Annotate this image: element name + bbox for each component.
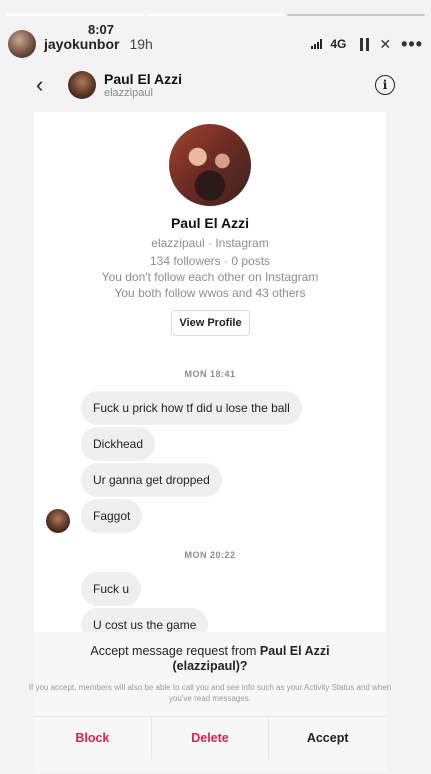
message-bubble[interactable]: Ur ganna get dropped (81, 463, 222, 497)
dm-avatar[interactable] (68, 71, 96, 99)
profile-source: elazzipaul · Instagram (151, 236, 269, 250)
sender-avatar[interactable] (46, 509, 70, 533)
block-button[interactable]: Block (34, 717, 152, 759)
mutual-follows: You both follow wwos and 43 others (114, 286, 306, 300)
signal-icon (311, 39, 323, 49)
profile-stats: 134 followers · 0 posts (149, 254, 271, 268)
progress-segment (287, 14, 426, 16)
more-options-icon[interactable]: ••• (401, 34, 423, 55)
story-avatar[interactable] (8, 30, 36, 58)
dm-contact-handle: elazzipaul (104, 87, 153, 99)
pause-icon[interactable] (360, 37, 370, 51)
info-icon[interactable]: i (375, 75, 395, 95)
profile-name: Paul El Azzi (170, 215, 250, 231)
status-indicators: 4G ✕ ••• (311, 34, 423, 55)
request-prefix: Accept message request from (90, 644, 260, 658)
story-progress (6, 14, 426, 16)
progress-segment (146, 14, 285, 16)
request-handle: (elazzipaul)? (172, 659, 248, 673)
message-timestamp: MON 20:22 (184, 550, 236, 560)
message-request-panel: Accept message request from Paul El Azzi… (29, 632, 391, 772)
request-title: Accept message request from Paul El Azzi… (54, 644, 366, 674)
follow-status: You don't follow each other on Instagram (101, 270, 319, 284)
message-bubble[interactable]: Dickhead (81, 427, 156, 461)
story-controls: ✕ ••• (360, 34, 423, 55)
story-viewer: 8:07 jayokunbor 19h 4G ✕ ••• ‹ Paul El A… (0, 0, 431, 774)
message-bubble[interactable]: Fuck u prick how tf did u lose the ball (81, 391, 302, 425)
message-bubble[interactable]: Fuck u (81, 572, 142, 606)
mute-icon[interactable]: ✕ (379, 36, 391, 53)
dm-header: ‹ Paul El Azzi elazzipaul i (36, 66, 395, 104)
story-time-ago: 19h (129, 36, 153, 52)
accept-button[interactable]: Accept (269, 717, 386, 759)
view-profile-button[interactable]: View Profile (171, 310, 250, 336)
network-label: 4G (330, 37, 347, 51)
dm-title[interactable]: Paul El Azzi elazzipaul (104, 71, 182, 99)
request-actions: Block Delete Accept (34, 716, 386, 759)
story-username[interactable]: jayokunbor (44, 36, 119, 52)
story-header: 8:07 jayokunbor 19h 4G ✕ ••• (8, 22, 423, 60)
dm-contact-name: Paul El Azzi (104, 71, 183, 87)
request-name: Paul El Azzi (259, 644, 330, 658)
message-bubble[interactable]: Faggot (81, 499, 143, 533)
status-clock: 8:07 (88, 22, 115, 37)
delete-button[interactable]: Delete (152, 717, 270, 759)
back-arrow-icon[interactable]: ‹ (36, 72, 60, 98)
request-description: If you accept, members will also be able… (28, 683, 392, 703)
profile-picture[interactable] (169, 124, 251, 206)
message-timestamp: MON 18:41 (184, 369, 236, 379)
progress-segment (6, 14, 144, 16)
